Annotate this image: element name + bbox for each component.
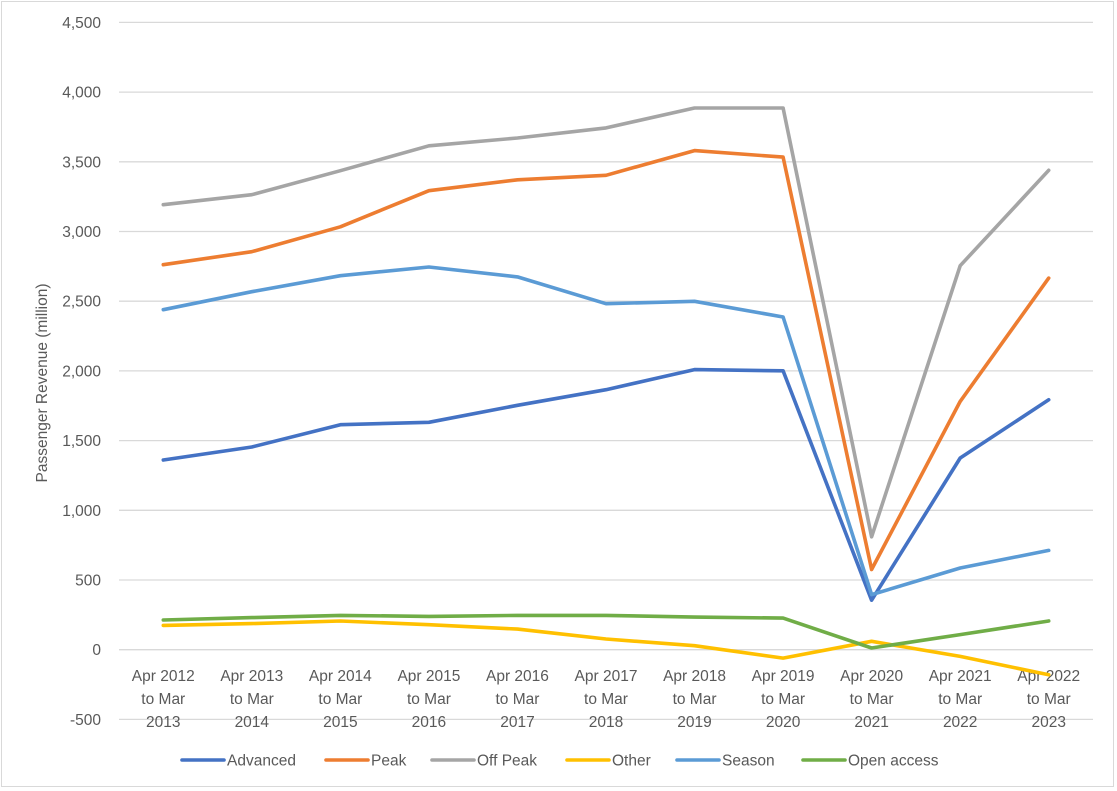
x-tick-label-line: 2019 — [677, 714, 711, 731]
series-line-off-peak — [161, 106, 1051, 539]
y-tick-label: 500 — [75, 573, 101, 590]
x-tick-label: Apr 2012 to Mar 2013 — [132, 668, 195, 731]
legend: Advanced Peak Off Peak Other Season Open acce… — [180, 753, 939, 770]
x-tick-label-line: to Mar — [495, 691, 539, 708]
x-tick-label-line: 2013 — [146, 714, 180, 731]
legend-label: Peak — [371, 753, 407, 770]
x-tick-label-line: to Mar — [318, 691, 362, 708]
x-tick-label: Apr 2014 to Mar 2015 — [309, 668, 372, 731]
legend-label: Season — [722, 753, 775, 770]
x-tick-label-line: to Mar — [230, 691, 274, 708]
x-tick-label-line: Apr 2016 — [486, 668, 549, 685]
y-axis-tick-labels: -500 0 500 1,000 1,500 2,000 2,500 3,000 3,500 4,… — [62, 15, 101, 729]
x-tick-label-line: to Mar — [850, 691, 894, 708]
x-tick-label-line: 2023 — [1031, 714, 1065, 731]
x-tick-label-line: 2021 — [854, 714, 888, 731]
x-tick-label-line: 2014 — [235, 714, 270, 731]
legend-item: Season — [675, 753, 775, 770]
x-tick-label-line: 2017 — [500, 714, 534, 731]
x-tick-label-line: Apr 2021 — [929, 668, 992, 685]
legend-item: Advanced — [180, 753, 296, 770]
legend-item: Other — [565, 753, 651, 770]
x-tick-label: Apr 2013 to Mar 2014 — [220, 668, 283, 731]
x-tick-label-line: Apr 2019 — [752, 668, 815, 685]
series-line-peak — [161, 148, 1051, 572]
legend-label: Other — [612, 753, 651, 770]
legend-label: Advanced — [227, 753, 296, 770]
x-axis-tick-labels: Apr 2012to Mar2013Apr 2013to Mar2014Apr … — [132, 668, 1080, 731]
y-axis-title: Passenger Revenue (million) — [34, 283, 51, 482]
x-tick-label: Apr 2020 to Mar 2021 — [840, 668, 903, 731]
legend-item: Peak — [324, 753, 407, 770]
legend-item: Off Peak — [430, 753, 537, 770]
y-tick-label: -500 — [70, 712, 101, 729]
x-tick-label-line: to Mar — [673, 691, 717, 708]
x-tick-label-line: Apr 2020 — [840, 668, 903, 685]
x-tick-label-line: 2015 — [323, 714, 357, 731]
x-tick-label-line: Apr 2018 — [663, 668, 726, 685]
y-tick-label: 1,500 — [62, 433, 101, 450]
y-tick-label: 4,500 — [62, 15, 101, 32]
x-tick-label-line: to Mar — [141, 691, 185, 708]
y-tick-label: 2,500 — [62, 294, 101, 311]
x-tick-label-line: to Mar — [761, 691, 805, 708]
y-tick-label: 3,500 — [62, 154, 101, 171]
x-tick-label: Apr 2018 to Mar 2019 — [663, 668, 726, 731]
legend-label: Off Peak — [477, 753, 537, 770]
x-tick-label-line: to Mar — [407, 691, 451, 708]
legend-item: Open access — [801, 753, 939, 770]
x-tick-label-line: Apr 2012 — [132, 668, 195, 685]
y-tick-label: 1,000 — [62, 503, 101, 520]
series-line-other — [161, 619, 1051, 677]
x-tick-label-line: 2022 — [943, 714, 977, 731]
y-tick-label: 3,000 — [62, 224, 101, 241]
x-tick-label: Apr 2019 to Mar 2020 — [752, 668, 815, 731]
x-tick-label-line: to Mar — [1027, 691, 1071, 708]
x-tick-label-line: to Mar — [584, 691, 628, 708]
x-tick-label-line: Apr 2017 — [575, 668, 638, 685]
x-tick-label-line: 2018 — [589, 714, 623, 731]
series-lines — [161, 106, 1051, 677]
x-tick-label: Apr 2017 to Mar 2018 — [575, 668, 638, 731]
x-tick-label: Apr 2016 to Mar 2017 — [486, 668, 549, 731]
x-tick-label: Apr 2015 to Mar 2016 — [397, 668, 460, 731]
y-tick-label: 2,000 — [62, 363, 101, 380]
x-tick-label-line: 2016 — [412, 714, 446, 731]
x-tick-label-line: Apr 2015 — [397, 668, 460, 685]
y-tick-label: 4,000 — [62, 85, 101, 102]
series-line-open-access — [161, 613, 1051, 650]
x-tick-label-line: to Mar — [938, 691, 982, 708]
y-tick-label: 0 — [92, 642, 101, 659]
x-tick-label-line: Apr 2013 — [220, 668, 283, 685]
series-line-season — [161, 265, 1051, 597]
legend-label: Open access — [848, 753, 939, 770]
x-tick-label-line: Apr 2014 — [309, 668, 372, 685]
line-chart: -500 0 500 1,000 1,500 2,000 2,500 3,000 3,500 4,… — [34, 15, 1093, 770]
x-tick-label: Apr 2021 to Mar 2022 — [929, 668, 992, 731]
x-tick-label: Apr 2022to Mar2023 — [1017, 668, 1080, 731]
x-tick-label-line: 2020 — [766, 714, 801, 731]
